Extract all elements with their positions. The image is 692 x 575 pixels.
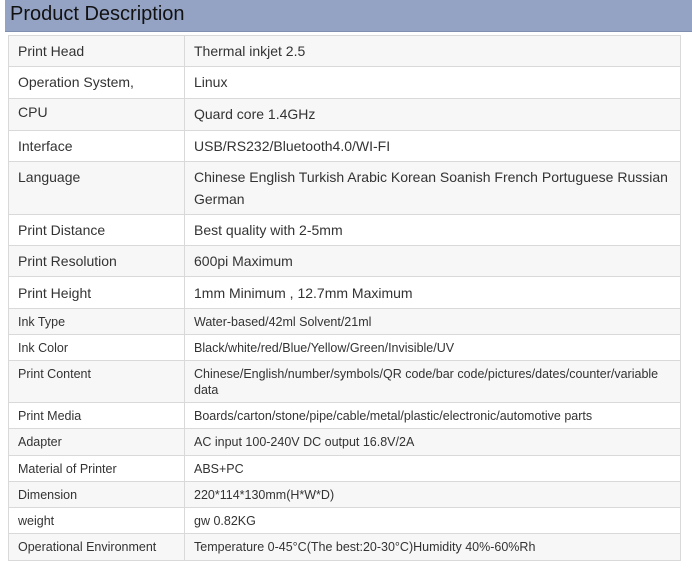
table-row: Print Height 1mm Minimum , 12.7mm Maximu…	[8, 276, 681, 309]
section-header: Product Description	[5, 0, 692, 32]
spec-label: Print Height	[8, 276, 185, 309]
table-row: Language Chinese English Turkish Arabic …	[8, 161, 681, 215]
spec-label: Operation System,	[8, 66, 185, 99]
spec-label: Material of Printer	[8, 455, 185, 482]
table-row: Print Media Boards/carton/stone/pipe/cab…	[8, 402, 681, 429]
spec-label: Ink Color	[8, 334, 185, 361]
table-row: weight gw 0.82KG	[8, 507, 681, 534]
spec-value: ABS+PC	[184, 455, 681, 482]
spec-value: Linux	[184, 66, 681, 99]
spec-label: Print Resolution	[8, 245, 185, 277]
spec-value: 220*114*130mm(H*W*D)	[184, 481, 681, 508]
table-row: Dimension 220*114*130mm(H*W*D)	[8, 481, 681, 508]
spec-value: 600pi Maximum	[184, 245, 681, 277]
spec-label: Print Head	[8, 35, 185, 67]
spec-label: Adapter	[8, 428, 185, 456]
spec-value: 1mm Minimum , 12.7mm Maximum	[184, 276, 681, 309]
table-row: Material of Printer ABS+PC	[8, 455, 681, 482]
spec-label: Ink Type	[8, 308, 185, 335]
table-row: Interface USB/RS232/Bluetooth4.0/WI-FI	[8, 130, 681, 162]
page-title: Product Description	[10, 3, 185, 25]
table-row: Print Resolution 600pi Maximum	[8, 245, 681, 277]
spec-label: Interface	[8, 130, 185, 162]
spec-value: Chinese English Turkish Arabic Korean So…	[184, 161, 681, 215]
spec-value: AC input 100-240V DC output 16.8V/2A	[184, 428, 681, 456]
spec-value: Water-based/42ml Solvent/21ml	[184, 308, 681, 335]
spec-value: Thermal inkjet 2.5	[184, 35, 681, 67]
table-row: Operational Environment Temperature 0-45…	[8, 533, 681, 561]
table-row: Adapter AC input 100-240V DC output 16.8…	[8, 428, 681, 456]
table-row: Ink Type Water-based/42ml Solvent/21ml	[8, 308, 681, 335]
spec-label: Print Distance	[8, 214, 185, 246]
spec-value: Chinese/English/number/symbols/QR code/b…	[184, 360, 681, 403]
spec-value: gw 0.82KG	[184, 507, 681, 534]
table-row: Print Distance Best quality with 2-5mm	[8, 214, 681, 246]
spec-label: Language	[8, 161, 185, 215]
table-row: Ink Color Black/white/red/Blue/Yellow/Gr…	[8, 334, 681, 361]
spec-label: Print Media	[8, 402, 185, 429]
spec-value: USB/RS232/Bluetooth4.0/WI-FI	[184, 130, 681, 162]
spec-table: Print Head Thermal inkjet 2.5 Operation …	[8, 35, 681, 561]
table-row: Print Content Chinese/English/number/sym…	[8, 360, 681, 403]
spec-value: Black/white/red/Blue/Yellow/Green/Invisi…	[184, 334, 681, 361]
table-row: CPU Quard core 1.4GHz	[8, 98, 681, 131]
spec-value: Best quality with 2-5mm	[184, 214, 681, 246]
spec-label: Operational Environment	[8, 533, 185, 561]
spec-label: Dimension	[8, 481, 185, 508]
spec-label: weight	[8, 507, 185, 534]
table-row: Print Head Thermal inkjet 2.5	[8, 35, 681, 67]
spec-value: Temperature 0-45°C(The best:20-30°C)Humi…	[184, 533, 681, 561]
spec-label: CPU	[8, 98, 185, 131]
spec-value: Boards/carton/stone/pipe/cable/metal/pla…	[184, 402, 681, 429]
spec-value: Quard core 1.4GHz	[184, 98, 681, 131]
spec-label: Print Content	[8, 360, 185, 403]
table-row: Operation System, Linux	[8, 66, 681, 99]
